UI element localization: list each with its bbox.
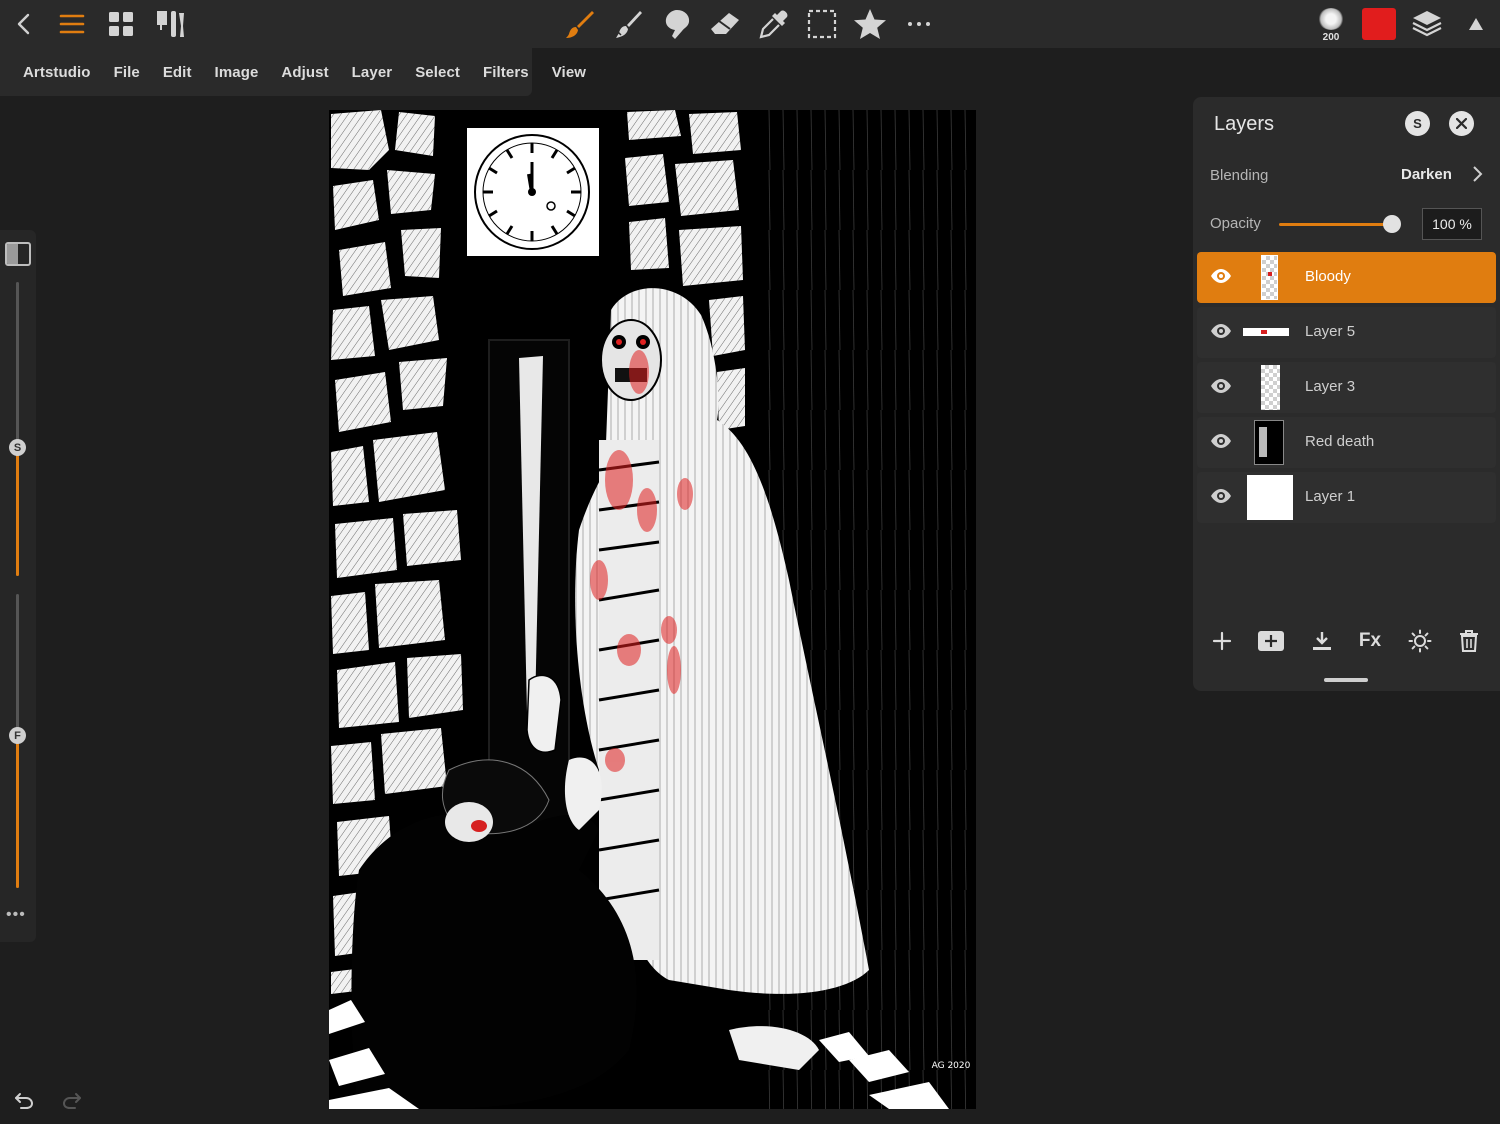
gallery-grid-icon[interactable]: [103, 6, 139, 42]
rail-more-button[interactable]: •••: [6, 906, 26, 924]
layer-row-bloody[interactable]: Bloody: [1197, 252, 1496, 303]
layer-name: Red death: [1305, 433, 1375, 450]
layer-row-red-death[interactable]: Red death: [1197, 417, 1496, 468]
brush-preview-icon: [1318, 8, 1344, 30]
layer-row-layer-5[interactable]: Layer 5: [1197, 307, 1496, 358]
layers-panel-title: Layers: [1214, 113, 1275, 135]
blur-icon[interactable]: [659, 6, 695, 42]
layer-thumbnail: [1247, 475, 1293, 520]
layer-name: Layer 5: [1305, 323, 1356, 340]
layer-thumbnail: [1243, 328, 1289, 336]
menu-adjust[interactable]: Adjust: [277, 64, 332, 81]
add-layer-icon[interactable]: [1207, 628, 1237, 654]
adjust-brightness-icon[interactable]: [1405, 628, 1435, 654]
menu-artstudio[interactable]: Artstudio: [19, 64, 95, 81]
fx-icon[interactable]: Fx: [1355, 628, 1385, 654]
menu-edit[interactable]: Edit: [159, 64, 196, 81]
opacity-slider[interactable]: [1279, 223, 1393, 226]
brush-icon[interactable]: [562, 6, 598, 42]
menu-filters[interactable]: Filters: [479, 64, 533, 81]
layers-stack-icon[interactable]: [1409, 6, 1445, 42]
brush-size-indicator[interactable]: 200: [1312, 4, 1350, 48]
layer-name: Layer 1: [1305, 488, 1356, 505]
favorites-star-icon[interactable]: [852, 6, 888, 42]
collapse-triangle-icon[interactable]: [1458, 6, 1494, 42]
layer-thumbnail: [1254, 420, 1284, 465]
merge-down-icon[interactable]: [1307, 628, 1337, 654]
artist-signature: AG 2020: [932, 1061, 971, 1071]
flow-slider-fill: [16, 735, 19, 888]
blending-mode-value[interactable]: Darken: [1401, 166, 1452, 183]
visibility-eye-icon[interactable]: [1210, 433, 1232, 454]
size-slider-knob[interactable]: S: [9, 439, 26, 456]
layer-row-layer-3[interactable]: Layer 3: [1197, 362, 1496, 413]
layer-thumbnail: [1261, 365, 1280, 410]
eyedropper-icon[interactable]: [756, 6, 792, 42]
layer-name: Bloody: [1305, 268, 1351, 285]
layer-thumbnail: [1261, 255, 1278, 300]
more-icon[interactable]: [901, 6, 937, 42]
selection-marquee-icon[interactable]: [804, 6, 840, 42]
panel-grab-handle[interactable]: [1324, 678, 1368, 682]
top-toolbar: 200: [0, 0, 1500, 48]
chevron-right-icon[interactable]: [1471, 165, 1483, 188]
menu-select[interactable]: Select: [411, 64, 464, 81]
back-chevron-icon[interactable]: [6, 6, 42, 42]
add-group-icon[interactable]: [1256, 628, 1286, 654]
artwork-illustration: AG 2020: [329, 110, 976, 1109]
flow-slider-knob[interactable]: F: [9, 727, 26, 744]
close-icon[interactable]: [1449, 111, 1474, 136]
size-slider-fill: [16, 447, 19, 576]
blending-label: Blending: [1210, 167, 1269, 184]
primary-color-swatch[interactable]: [1362, 8, 1396, 40]
menu-view[interactable]: View: [548, 64, 590, 81]
brush-slider-rail: S F •••: [0, 230, 36, 942]
tool-settings-icon[interactable]: [152, 6, 188, 42]
delete-layer-icon[interactable]: [1454, 628, 1484, 654]
split-panel-icon[interactable]: [5, 242, 31, 266]
layer-row-layer-1[interactable]: Layer 1: [1197, 472, 1496, 523]
opacity-slider-knob[interactable]: [1383, 215, 1401, 233]
menu-file[interactable]: File: [110, 64, 144, 81]
layers-s-button[interactable]: S: [1405, 111, 1430, 136]
brush-size-value: 200: [1322, 32, 1340, 43]
visibility-eye-icon[interactable]: [1210, 378, 1232, 399]
undo-icon[interactable]: [12, 1088, 36, 1112]
menu-layer[interactable]: Layer: [348, 64, 397, 81]
eraser-icon[interactable]: [707, 6, 743, 42]
redo-icon[interactable]: [60, 1088, 84, 1112]
opacity-label: Opacity: [1210, 215, 1261, 232]
wall-clock: [467, 128, 599, 256]
visibility-eye-icon[interactable]: [1210, 323, 1232, 344]
hamburger-menu-icon[interactable]: [54, 6, 90, 42]
opacity-input[interactable]: 100 %: [1422, 208, 1482, 240]
layers-panel: Layers S Blending Darken Opacity 100 % B…: [1193, 97, 1500, 691]
drawing-canvas[interactable]: AG 2020: [329, 110, 976, 1109]
smudge-icon[interactable]: [611, 6, 647, 42]
visibility-eye-icon[interactable]: [1210, 268, 1232, 289]
menu-image[interactable]: Image: [211, 64, 263, 81]
menu-bar: Artstudio File Edit Image Adjust Layer S…: [0, 48, 586, 96]
visibility-eye-icon[interactable]: [1210, 488, 1232, 509]
layer-name: Layer 3: [1305, 378, 1356, 395]
